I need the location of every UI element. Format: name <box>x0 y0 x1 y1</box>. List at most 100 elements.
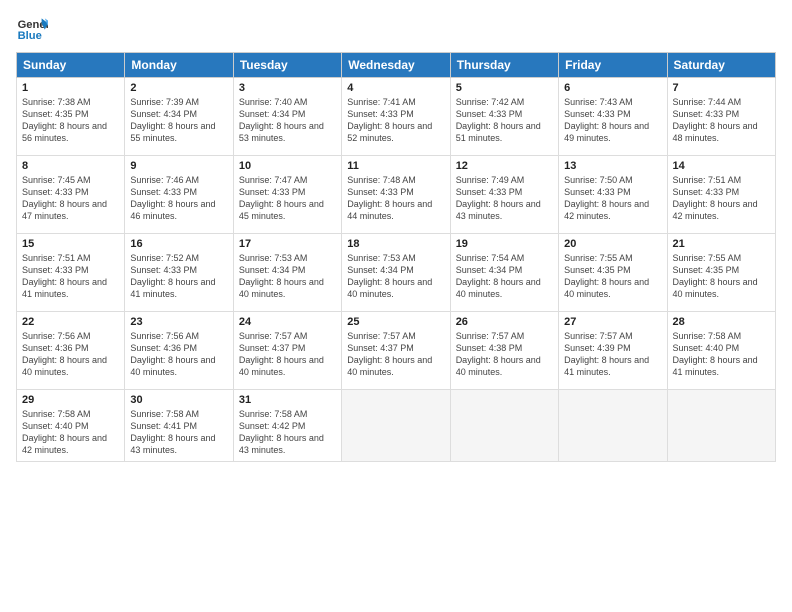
day-number: 30 <box>130 394 227 406</box>
day-info: Sunrise: 7:53 AMSunset: 4:34 PMDaylight:… <box>347 253 432 299</box>
day-cell-2: 2Sunrise: 7:39 AMSunset: 4:34 PMDaylight… <box>125 78 233 156</box>
day-info: Sunrise: 7:48 AMSunset: 4:33 PMDaylight:… <box>347 175 432 221</box>
calendar-header-row: SundayMondayTuesdayWednesdayThursdayFrid… <box>17 53 776 78</box>
day-info: Sunrise: 7:53 AMSunset: 4:34 PMDaylight:… <box>239 253 324 299</box>
day-info: Sunrise: 7:51 AMSunset: 4:33 PMDaylight:… <box>22 253 107 299</box>
day-info: Sunrise: 7:43 AMSunset: 4:33 PMDaylight:… <box>564 97 649 143</box>
day-info: Sunrise: 7:52 AMSunset: 4:33 PMDaylight:… <box>130 253 215 299</box>
day-number: 3 <box>239 82 336 94</box>
day-info: Sunrise: 7:58 AMSunset: 4:41 PMDaylight:… <box>130 409 215 455</box>
day-info: Sunrise: 7:49 AMSunset: 4:33 PMDaylight:… <box>456 175 541 221</box>
day-number: 15 <box>22 238 119 250</box>
day-cell-27: 27 Sunrise: 7:57 AMSunset: 4:39 PMDayligh… <box>559 312 667 390</box>
day-cell-7: 7 Sunrise: 7:44 AMSunset: 4:33 PMDaylight… <box>667 78 775 156</box>
calendar: SundayMondayTuesdayWednesdayThursdayFrid… <box>16 52 776 462</box>
day-info: Sunrise: 7:40 AMSunset: 4:34 PMDaylight:… <box>239 97 324 143</box>
day-number: 27 <box>564 316 661 328</box>
day-info: Sunrise: 7:51 AMSunset: 4:33 PMDaylight:… <box>673 175 758 221</box>
day-cell-16: 16 Sunrise: 7:52 AMSunset: 4:33 PMDayligh… <box>125 234 233 312</box>
day-info: Sunrise: 7:54 AMSunset: 4:34 PMDaylight:… <box>456 253 541 299</box>
day-cell-6: 6Sunrise: 7:43 AMSunset: 4:33 PMDaylight… <box>559 78 667 156</box>
empty-cell <box>450 390 558 462</box>
day-info: Sunrise: 7:57 AMSunset: 4:37 PMDaylight:… <box>347 331 432 377</box>
empty-cell <box>342 390 450 462</box>
day-cell-13: 13 Sunrise: 7:50 AMSunset: 4:33 PMDayligh… <box>559 156 667 234</box>
day-number: 19 <box>456 238 553 250</box>
day-number: 5 <box>456 82 553 94</box>
day-cell-9: 9 Sunrise: 7:46 AMSunset: 4:33 PMDaylight… <box>125 156 233 234</box>
week-row-3: 15 Sunrise: 7:51 AMSunset: 4:33 PMDayligh… <box>17 234 776 312</box>
day-number: 31 <box>239 394 336 406</box>
day-number: 18 <box>347 238 444 250</box>
empty-cell <box>559 390 667 462</box>
weekday-header-monday: Monday <box>125 53 233 78</box>
day-number: 24 <box>239 316 336 328</box>
day-cell-25: 25 Sunrise: 7:57 AMSunset: 4:37 PMDayligh… <box>342 312 450 390</box>
logo: General Blue <box>16 12 54 44</box>
day-cell-14: 14 Sunrise: 7:51 AMSunset: 4:33 PMDayligh… <box>667 156 775 234</box>
day-number: 4 <box>347 82 444 94</box>
day-info: Sunrise: 7:58 AMSunset: 4:40 PMDaylight:… <box>673 331 758 377</box>
day-number: 21 <box>673 238 770 250</box>
day-cell-1: 1 Sunrise: 7:38 AMSunset: 4:35 PMDaylight… <box>17 78 125 156</box>
day-info: Sunrise: 7:38 AMSunset: 4:35 PMDaylight:… <box>22 97 107 143</box>
day-number: 8 <box>22 160 119 172</box>
weekday-header-wednesday: Wednesday <box>342 53 450 78</box>
day-number: 16 <box>130 238 227 250</box>
day-info: Sunrise: 7:58 AMSunset: 4:40 PMDaylight:… <box>22 409 107 455</box>
day-number: 29 <box>22 394 119 406</box>
day-cell-8: 8Sunrise: 7:45 AMSunset: 4:33 PMDaylight… <box>17 156 125 234</box>
day-info: Sunrise: 7:50 AMSunset: 4:33 PMDaylight:… <box>564 175 649 221</box>
day-cell-23: 23 Sunrise: 7:56 AMSunset: 4:36 PMDayligh… <box>125 312 233 390</box>
day-info: Sunrise: 7:46 AMSunset: 4:33 PMDaylight:… <box>130 175 215 221</box>
week-row-2: 8Sunrise: 7:45 AMSunset: 4:33 PMDaylight… <box>17 156 776 234</box>
day-number: 9 <box>130 160 227 172</box>
day-number: 12 <box>456 160 553 172</box>
day-cell-15: 15 Sunrise: 7:51 AMSunset: 4:33 PMDayligh… <box>17 234 125 312</box>
week-row-1: 1 Sunrise: 7:38 AMSunset: 4:35 PMDaylight… <box>17 78 776 156</box>
day-info: Sunrise: 7:55 AMSunset: 4:35 PMDaylight:… <box>564 253 649 299</box>
day-number: 25 <box>347 316 444 328</box>
day-cell-10: 10Sunrise: 7:47 AMSunset: 4:33 PMDayligh… <box>233 156 341 234</box>
day-info: Sunrise: 7:42 AMSunset: 4:33 PMDaylight:… <box>456 97 541 143</box>
day-cell-5: 5 Sunrise: 7:42 AMSunset: 4:33 PMDaylight… <box>450 78 558 156</box>
day-cell-12: 12 Sunrise: 7:49 AMSunset: 4:33 PMDayligh… <box>450 156 558 234</box>
day-number: 23 <box>130 316 227 328</box>
day-info: Sunrise: 7:57 AMSunset: 4:38 PMDaylight:… <box>456 331 541 377</box>
day-cell-24: 24 Sunrise: 7:57 AMSunset: 4:37 PMDayligh… <box>233 312 341 390</box>
weekday-header-friday: Friday <box>559 53 667 78</box>
header: General Blue <box>16 12 776 44</box>
day-cell-22: 22Sunrise: 7:56 AMSunset: 4:36 PMDayligh… <box>17 312 125 390</box>
day-number: 10 <box>239 160 336 172</box>
day-cell-20: 20 Sunrise: 7:55 AMSunset: 4:35 PMDayligh… <box>559 234 667 312</box>
day-cell-4: 4 Sunrise: 7:41 AMSunset: 4:33 PMDaylight… <box>342 78 450 156</box>
day-info: Sunrise: 7:56 AMSunset: 4:36 PMDaylight:… <box>130 331 215 377</box>
day-cell-29: 29 Sunrise: 7:58 AMSunset: 4:40 PMDayligh… <box>17 390 125 462</box>
day-number: 20 <box>564 238 661 250</box>
day-cell-21: 21 Sunrise: 7:55 AMSunset: 4:35 PMDayligh… <box>667 234 775 312</box>
day-info: Sunrise: 7:55 AMSunset: 4:35 PMDaylight:… <box>673 253 758 299</box>
weekday-header-sunday: Sunday <box>17 53 125 78</box>
day-cell-28: 28 Sunrise: 7:58 AMSunset: 4:40 PMDayligh… <box>667 312 775 390</box>
day-cell-3: 3 Sunrise: 7:40 AMSunset: 4:34 PMDaylight… <box>233 78 341 156</box>
day-info: Sunrise: 7:44 AMSunset: 4:33 PMDaylight:… <box>673 97 758 143</box>
day-info: Sunrise: 7:57 AMSunset: 4:37 PMDaylight:… <box>239 331 324 377</box>
day-cell-17: 17Sunrise: 7:53 AMSunset: 4:34 PMDayligh… <box>233 234 341 312</box>
day-number: 26 <box>456 316 553 328</box>
day-number: 28 <box>673 316 770 328</box>
day-number: 1 <box>22 82 119 94</box>
day-number: 14 <box>673 160 770 172</box>
weekday-header-thursday: Thursday <box>450 53 558 78</box>
svg-text:Blue: Blue <box>18 30 42 42</box>
weekday-header-saturday: Saturday <box>667 53 775 78</box>
day-cell-30: 30 Sunrise: 7:58 AMSunset: 4:41 PMDayligh… <box>125 390 233 462</box>
logo-icon: General Blue <box>16 12 48 44</box>
day-number: 7 <box>673 82 770 94</box>
weekday-header-tuesday: Tuesday <box>233 53 341 78</box>
day-number: 13 <box>564 160 661 172</box>
day-number: 2 <box>130 82 227 94</box>
day-info: Sunrise: 7:57 AMSunset: 4:39 PMDaylight:… <box>564 331 649 377</box>
day-info: Sunrise: 7:56 AMSunset: 4:36 PMDaylight:… <box>22 331 107 377</box>
day-info: Sunrise: 7:41 AMSunset: 4:33 PMDaylight:… <box>347 97 432 143</box>
week-row-4: 22Sunrise: 7:56 AMSunset: 4:36 PMDayligh… <box>17 312 776 390</box>
